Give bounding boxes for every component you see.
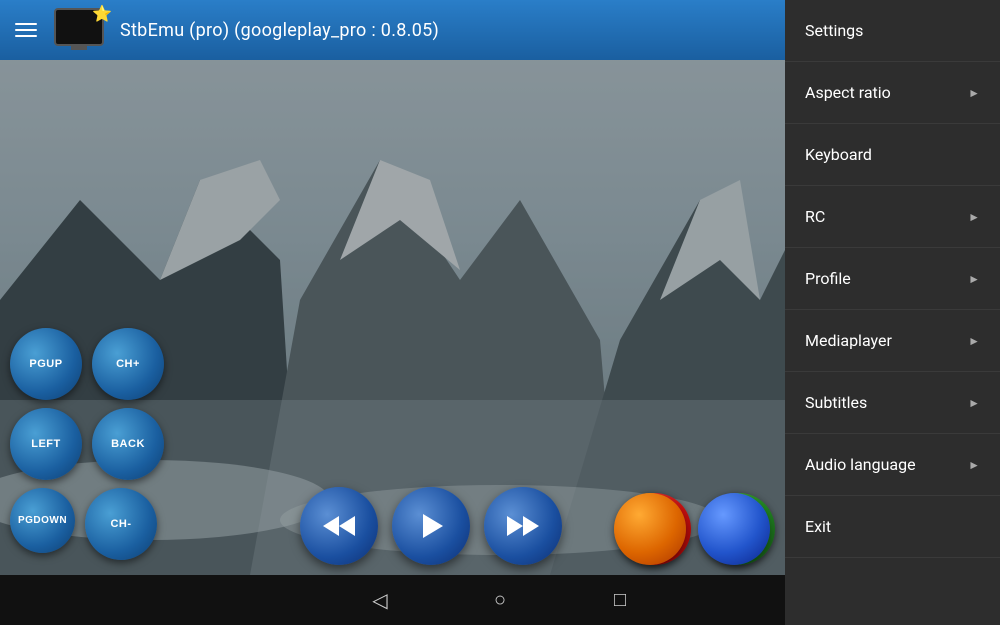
menu-item-audio-language[interactable]: Audio language ► bbox=[785, 434, 1000, 496]
rewind-icon bbox=[321, 512, 357, 540]
menu-item-subtitles[interactable]: Subtitles ► bbox=[785, 372, 1000, 434]
chevron-right-icon: ► bbox=[968, 272, 980, 286]
chevron-right-icon: ► bbox=[968, 334, 980, 348]
app-title: StbEmu (pro) (googleplay_pro : 0.8.05) bbox=[120, 20, 439, 41]
rewind-button[interactable] bbox=[300, 487, 378, 565]
menu-button[interactable] bbox=[10, 18, 42, 42]
control-row-3: PGDOWN CH- bbox=[10, 488, 250, 560]
app-logo: ⭐ bbox=[54, 8, 108, 52]
blue-button[interactable] bbox=[698, 493, 770, 565]
menu-item-label: Subtitles bbox=[805, 393, 867, 412]
control-row-1: PGUP CH+ bbox=[10, 328, 250, 400]
forward-icon bbox=[505, 512, 541, 540]
play-button[interactable] bbox=[392, 487, 470, 565]
chminus-button[interactable]: CH- bbox=[85, 488, 157, 560]
menu-item-label: Profile bbox=[805, 269, 851, 288]
menu-item-label: RC bbox=[805, 207, 825, 226]
back-nav-button[interactable]: ◁ bbox=[360, 580, 400, 620]
menu-item-profile[interactable]: Profile ► bbox=[785, 248, 1000, 310]
chplus-button[interactable]: CH+ bbox=[92, 328, 164, 400]
control-panel: PGUP CH+ LEFT BACK PGDOWN CH- bbox=[0, 295, 250, 575]
left-button[interactable]: LEFT bbox=[10, 408, 82, 480]
menu-item-aspect-ratio[interactable]: Aspect ratio ► bbox=[785, 62, 1000, 124]
play-icon bbox=[415, 510, 447, 542]
menu-item-settings[interactable]: Settings bbox=[785, 0, 1000, 62]
menu-item-mediaplayer[interactable]: Mediaplayer ► bbox=[785, 310, 1000, 372]
control-row-2: LEFT BACK bbox=[10, 408, 250, 480]
header-bar: ⭐ StbEmu (pro) (googleplay_pro : 0.8.05) bbox=[0, 0, 785, 60]
chevron-right-icon: ► bbox=[968, 86, 980, 100]
right-color-buttons bbox=[614, 493, 770, 565]
chevron-right-icon: ► bbox=[968, 210, 980, 224]
menu-item-label: Mediaplayer bbox=[805, 331, 892, 350]
menu-item-rc[interactable]: RC ► bbox=[785, 186, 1000, 248]
menu-item-keyboard[interactable]: Keyboard bbox=[785, 124, 1000, 186]
menu-item-label: Settings bbox=[805, 21, 863, 40]
home-nav-button[interactable]: ○ bbox=[480, 580, 520, 620]
menu-item-exit[interactable]: Exit bbox=[785, 496, 1000, 558]
menu-item-label: Audio language bbox=[805, 455, 916, 474]
menu-item-label: Exit bbox=[805, 517, 831, 536]
star-badge: ⭐ bbox=[92, 4, 112, 23]
menu-item-label: Keyboard bbox=[805, 145, 872, 164]
recents-nav-button[interactable]: □ bbox=[600, 580, 640, 620]
context-menu: Settings Aspect ratio ► Keyboard RC ► Pr… bbox=[785, 0, 1000, 625]
forward-button[interactable] bbox=[484, 487, 562, 565]
playback-controls bbox=[300, 487, 562, 565]
chevron-right-icon: ► bbox=[968, 458, 980, 472]
menu-item-label: Aspect ratio bbox=[805, 83, 891, 102]
chevron-right-icon: ► bbox=[968, 396, 980, 410]
back-button[interactable]: BACK bbox=[92, 408, 164, 480]
pgup-button[interactable]: PGUP bbox=[10, 328, 82, 400]
orange-button[interactable] bbox=[614, 493, 686, 565]
pgdown-button[interactable]: PGDOWN bbox=[10, 488, 75, 553]
